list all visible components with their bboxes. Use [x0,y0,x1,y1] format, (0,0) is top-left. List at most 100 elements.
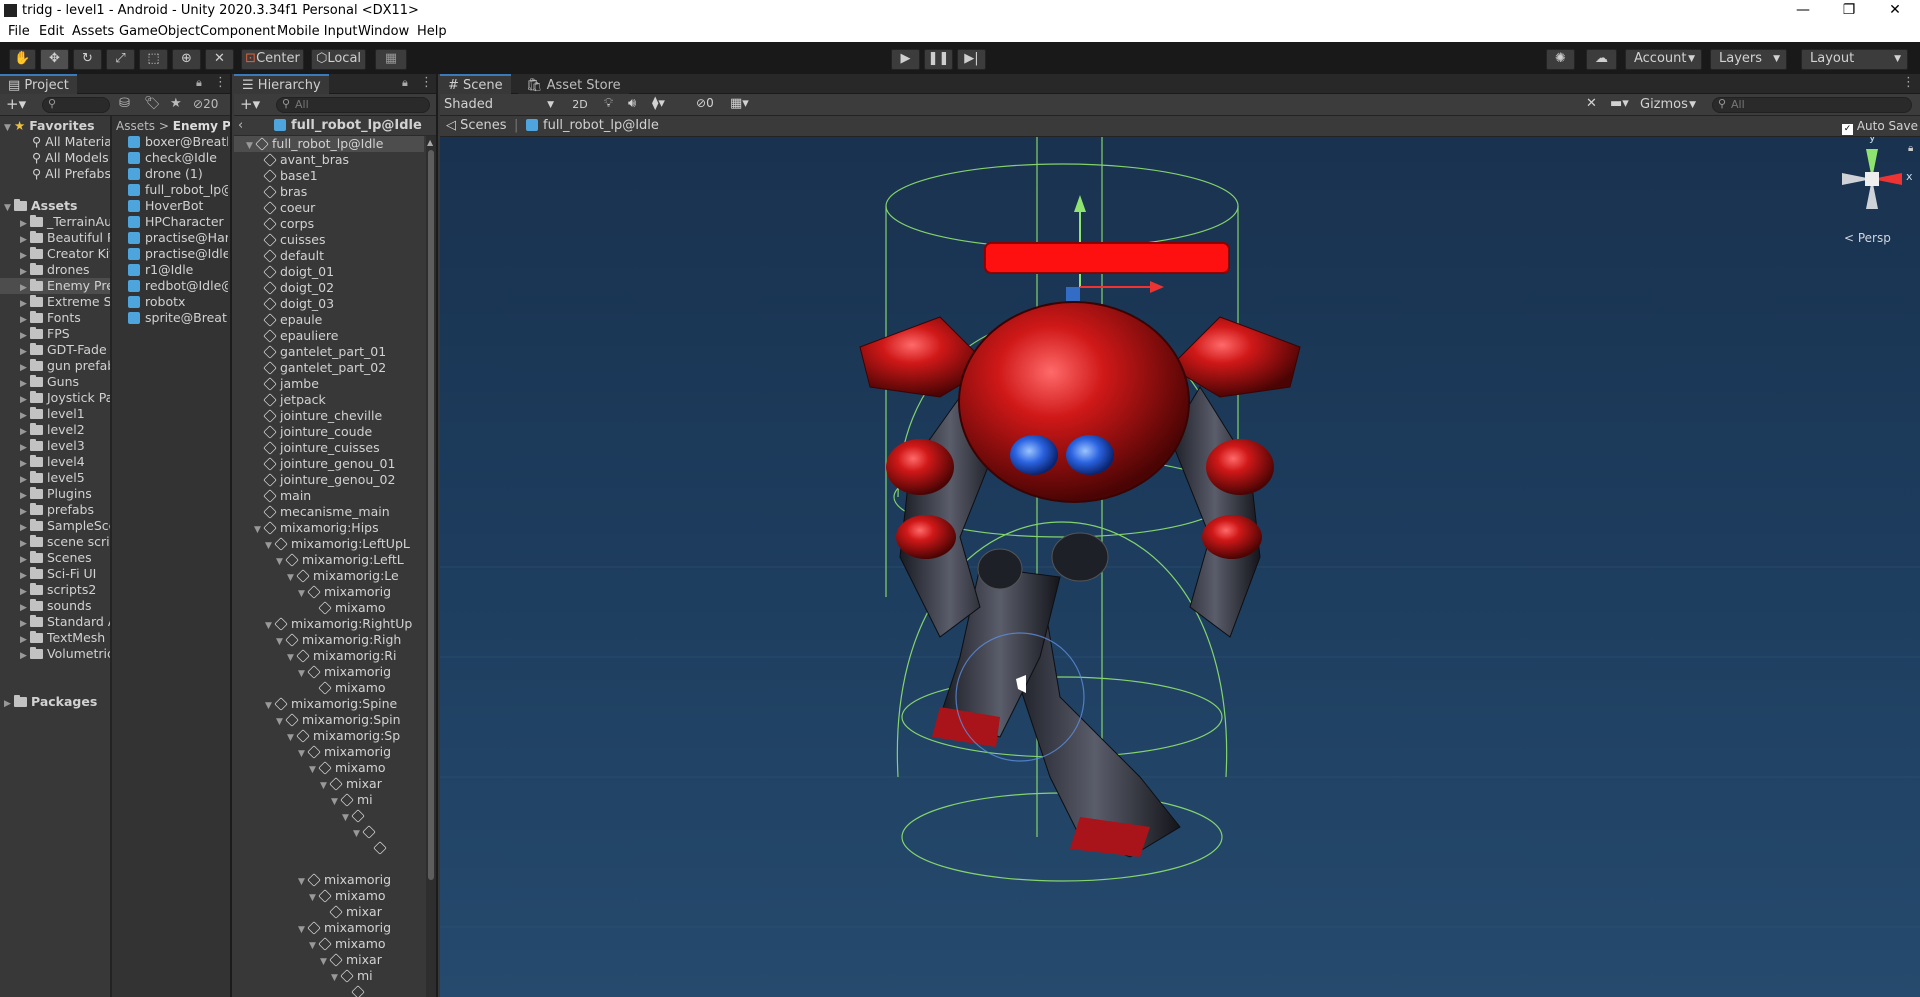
expand-arrow-icon[interactable]: ▼ [309,938,319,952]
asset-item[interactable]: full_robot_lp@Id [128,182,228,198]
expand-arrow-icon[interactable]: ▶ [20,472,30,486]
tab-project[interactable]: ▤ Project [0,74,77,94]
hierarchy-item[interactable]: avant_bras [254,152,424,168]
hierarchy-item[interactable]: jointure_coude [254,424,424,440]
hierarchy-item[interactable]: jambe [254,376,424,392]
hierarchy-item[interactable]: doigt_02 [254,280,424,296]
hierarchy-item[interactable]: ▼ mixamorig:Righ [276,632,424,648]
account-dropdown[interactable]: Account ▼ [1625,49,1702,70]
draw-mode-dropdown[interactable]: Shaded ▼ [442,96,558,114]
expand-arrow-icon[interactable]: ▶ [20,616,30,630]
folder-item[interactable]: ▶ Guns [20,374,110,390]
expand-arrow-icon[interactable]: ▶ [20,264,30,278]
maximize-button[interactable]: ❐ [1826,0,1872,22]
favorite-all-prefabs[interactable]: ⚲ All Prefabs [32,166,110,182]
folder-item[interactable]: ▶ level2 [20,422,110,438]
grid-snap-button[interactable]: ▦ [375,49,407,70]
hierarchy-item[interactable]: main [254,488,424,504]
asset-item[interactable]: HoverBot [128,198,228,214]
hierarchy-item[interactable]: bras [254,184,424,200]
expand-arrow-icon[interactable]: ▶ [20,344,30,358]
lighting-icon[interactable]: 💡︎ [604,96,613,111]
expand-arrow-icon[interactable]: ▼ [298,922,308,936]
menu-edit[interactable]: Edit [39,24,64,39]
expand-arrow-icon[interactable]: ▶ [20,232,30,246]
hierarchy-item[interactable]: doigt_03 [254,296,424,312]
expand-arrow-icon[interactable]: ▼ [298,586,308,600]
grid-visibility-icon[interactable]: ▦▾ [730,96,749,111]
perspective-label[interactable]: < Persp [1844,231,1891,245]
hierarchy-item[interactable]: ▼ [353,824,424,840]
asset-item[interactable]: robotx [128,294,228,310]
hierarchy-item[interactable]: mecanisme_main [254,504,424,520]
expand-arrow-icon[interactable]: ▶ [20,392,30,406]
folder-item[interactable]: ▶ Scenes [20,550,110,566]
hierarchy-item[interactable]: ▼ mixamorig:Le [287,568,424,584]
tools-icon[interactable]: ✕ [1586,96,1597,111]
favorite-all-materials[interactable]: ⚲ All Materia [32,134,110,150]
expand-arrow-icon[interactable]: ▼ [265,618,275,632]
expand-arrow-icon[interactable]: ▶ [20,440,30,454]
expand-arrow-icon[interactable]: ▼ [309,890,319,904]
folder-item[interactable]: ▶ GDT-Fade [20,342,110,358]
hierarchy-item[interactable]: coeur [254,200,424,216]
expand-arrow-icon[interactable]: ▼ [342,810,352,824]
hierarchy-item[interactable]: gantelet_part_01 [254,344,424,360]
pivot-center-button[interactable]: ⊡Center [241,49,304,70]
lock-icon[interactable]: 🔒︎ [196,76,202,90]
hand-tool-button[interactable]: ✋ [9,49,36,70]
expand-arrow-icon[interactable]: ▶ [20,280,30,294]
hierarchy-item[interactable]: ▼ mixamorig:Ri [287,648,424,664]
gizmos-dropdown[interactable]: Gizmos ▼ [1638,96,1698,114]
hierarchy-item[interactable]: epauliere [254,328,424,344]
pivot-local-button[interactable]: ⬡Local [311,49,366,70]
hierarchy-item[interactable]: doigt_01 [254,264,424,280]
hierarchy-item[interactable] [342,984,424,997]
menu-gameobject[interactable]: GameObject [119,24,200,39]
expand-arrow-icon[interactable]: ▼ [320,954,330,968]
more-menu-icon[interactable]: ⋮ [420,75,433,90]
folder-item[interactable]: ▶ Plugins [20,486,110,502]
create-button[interactable]: +▾ [240,95,260,113]
folder-item[interactable]: ▶ Extreme Sc [20,294,110,310]
hierarchy-item[interactable]: ▼ mixamorig:Sp [287,728,424,744]
orientation-gizmo[interactable]: y x 🔒︎ [1818,137,1918,217]
expand-arrow-icon[interactable]: ▼ [331,970,341,984]
rect-tool-button[interactable]: ⬚ [139,49,168,70]
expand-arrow-icon[interactable]: ▼ [246,138,256,152]
audio-icon[interactable]: 🔊︎ [628,96,636,111]
folder-item[interactable]: ▶ Fonts [20,310,110,326]
step-button[interactable]: ▶| [957,49,986,70]
hierarchy-item[interactable]: jointure_genou_02 [254,472,424,488]
breadcrumb-prefab[interactable]: full_robot_lp@Idle [526,118,659,133]
expand-arrow-icon[interactable]: ▶ [20,504,30,518]
hierarchy-item[interactable]: ▼ mixamorig [298,744,424,760]
expand-arrow-icon[interactable]: ▶ [20,328,30,342]
asset-item[interactable]: r1@Idle [128,262,228,278]
expand-arrow-icon[interactable]: ▶ [20,312,30,326]
menu-component[interactable]: Component [200,24,275,39]
hierarchy-item[interactable]: ▼ mixamorig [298,584,424,600]
expand-arrow-icon[interactable]: ▶ [20,568,30,582]
expand-arrow-icon[interactable]: ▼ [276,554,286,568]
folder-item[interactable]: ▶ Creator Kit [20,246,110,262]
favorite-all-models[interactable]: ⚲ All Models [32,150,109,166]
play-button[interactable]: ▶ [891,49,920,70]
folder-item[interactable]: ▶ _TerrainAu [20,214,110,230]
asset-item[interactable]: check@Idle [128,150,228,166]
expand-arrow-icon[interactable]: ▶ [20,552,30,566]
hierarchy-item[interactable]: ▼ mixar [320,776,424,792]
collab-button[interactable]: ✺ [1546,49,1575,70]
expand-arrow-icon[interactable]: ▼ [276,634,286,648]
scale-tool-button[interactable]: ⤢ [106,49,135,70]
hierarchy-item[interactable]: ▼ [342,808,424,824]
hierarchy-item[interactable]: ▼ mixar [320,952,424,968]
folder-item[interactable]: ▶ TextMesh I [20,630,110,646]
hierarchy-item[interactable]: ▼ mixamorig:Hips [254,520,424,536]
hierarchy-search-input[interactable]: All [276,97,430,113]
folder-item[interactable]: ▶ level5 [20,470,110,486]
folder-item[interactable]: ▶ FPS [20,326,110,342]
favorites-header[interactable]: ▼ ★ Favorites [4,118,95,134]
expand-arrow-icon[interactable]: ▼ [320,778,330,792]
scene-canvas[interactable] [440,137,1920,997]
